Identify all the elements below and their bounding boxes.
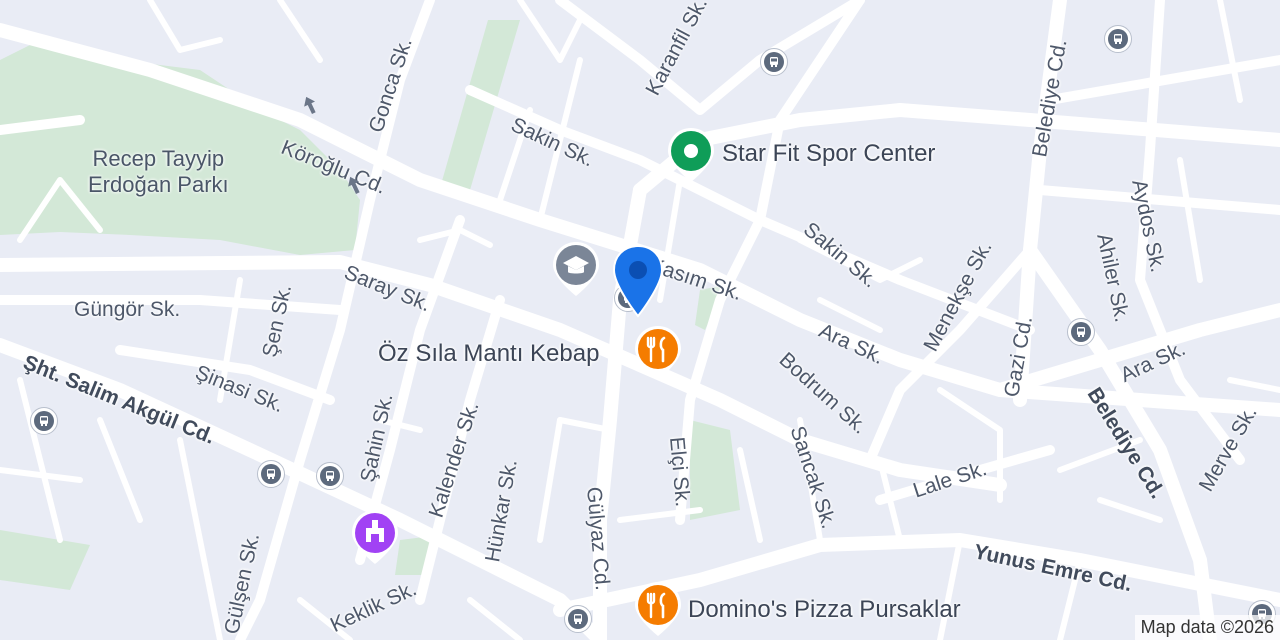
park-label-line2: Erdoğan Parkı [88, 172, 229, 197]
bus-stop-icon[interactable] [1104, 25, 1132, 53]
park-bottom-left [0, 530, 90, 590]
restaurant-pin-icon[interactable] [632, 324, 684, 382]
bus-stop-icon[interactable] [760, 48, 788, 76]
gym-pin-icon[interactable] [666, 126, 716, 184]
bus-stop-icon[interactable] [30, 407, 58, 435]
restaurant-pin-icon[interactable] [632, 580, 684, 638]
road-karanfil [555, 0, 865, 115]
selected-location-pin-icon[interactable] [610, 242, 666, 320]
map-canvas[interactable]: Recep Tayyip Erdoğan Parkı Karanfil Sk. … [0, 0, 1280, 640]
road-right-1 [1045, 55, 1280, 105]
bus-stop-icon[interactable] [564, 605, 592, 633]
school-pin-icon[interactable] [551, 240, 601, 298]
one-way-arrow-icon [304, 96, 316, 114]
park-label: Recep Tayyip Erdoğan Parkı [88, 146, 229, 198]
road-right-2 [1035, 185, 1280, 215]
street-label-gungor: Güngör Sk. [74, 298, 181, 321]
park-small-2 [690, 420, 740, 520]
poi-label-ozsila[interactable]: Öz Sıla Mantı Kebap [378, 340, 599, 368]
poi-label-dominos[interactable]: Domino's Pizza Pursaklar [688, 596, 961, 624]
bus-stop-icon[interactable] [257, 460, 285, 488]
poi-label-starfit[interactable]: Star Fit Spor Center [722, 140, 935, 168]
bus-stop-icon[interactable] [1067, 318, 1095, 346]
landmark-pin-icon[interactable] [350, 508, 400, 566]
park-label-line1: Recep Tayyip [92, 146, 225, 171]
bus-stop-icon[interactable] [316, 462, 344, 490]
map-attribution[interactable]: Map data ©2026 [1134, 615, 1280, 640]
one-way-arrow-icon [348, 176, 360, 194]
